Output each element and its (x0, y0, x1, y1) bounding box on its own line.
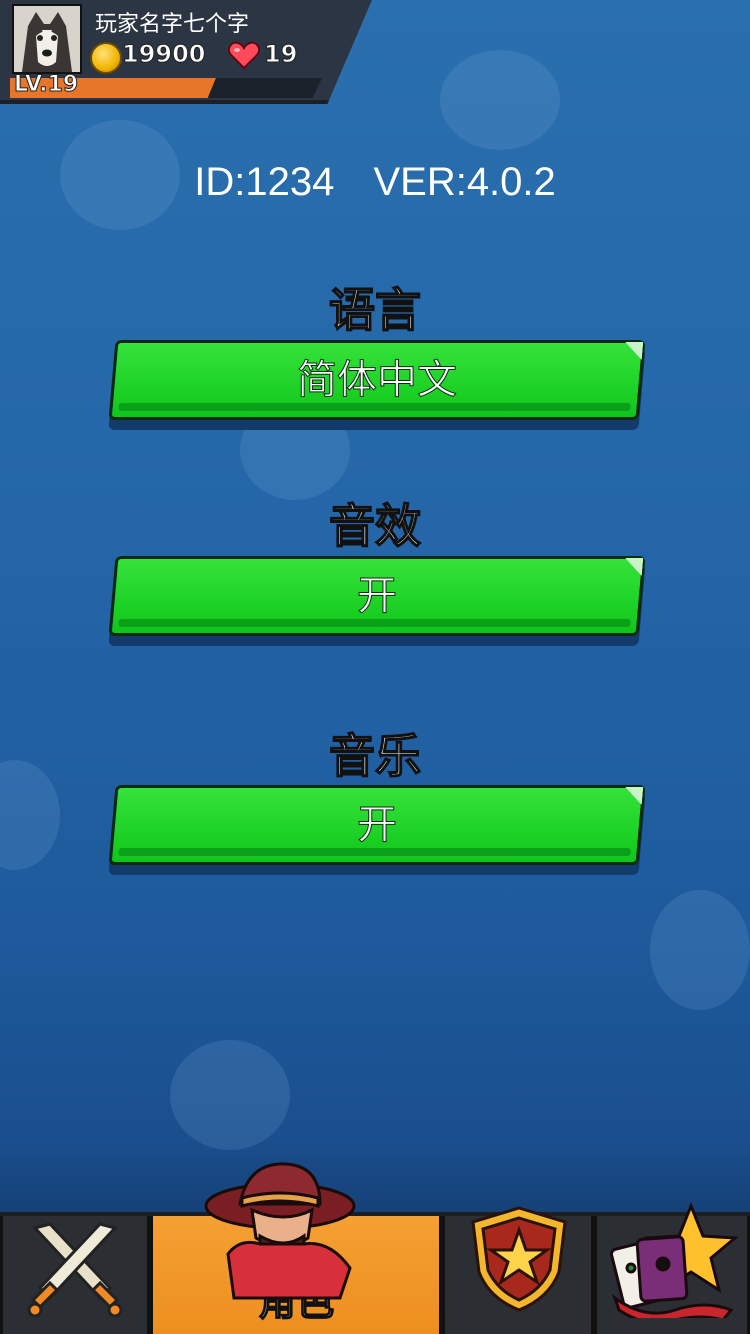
sound-button-label: 开 (357, 573, 398, 620)
music-button-label: 开 (357, 802, 398, 849)
character-icon (204, 1162, 356, 1300)
player-header: 玩家名字七个字 19900 19 LV.19 (0, 0, 380, 104)
star-shield-icon (471, 1206, 567, 1312)
tab-ranking[interactable] (442, 1206, 594, 1334)
sound-title: 音效 (328, 498, 422, 554)
game-version: VER:4.0.2 (373, 160, 556, 204)
avatar[interactable] (12, 4, 82, 74)
background-decoration (440, 50, 560, 150)
player-id: ID:1234 (194, 160, 335, 204)
sound-toggle-button[interactable]: 开 (108, 556, 646, 646)
id-version-info: ID:1234 VER:4.0.2 (0, 160, 750, 205)
coins-value: 19900 (122, 40, 206, 69)
coin-icon (90, 42, 122, 74)
lives-value: 19 (263, 40, 298, 69)
language-button-label: 简体中文 (297, 357, 458, 404)
heart-icon (228, 41, 260, 70)
tab-battle[interactable] (0, 1216, 150, 1334)
dog-avatar-icon (14, 6, 80, 72)
background-decoration (170, 1040, 290, 1150)
cards-star-icon (609, 1202, 739, 1318)
background-decoration (650, 890, 750, 1010)
language-button[interactable]: 简体中文 (108, 340, 646, 430)
level-label: LV.19 (13, 72, 79, 98)
crossed-swords-icon (27, 1222, 123, 1318)
tab-cards[interactable] (594, 1202, 750, 1334)
music-title: 音乐 (328, 728, 422, 784)
player-name: 玩家名字七个字 (95, 12, 250, 37)
language-title: 语言 (328, 282, 422, 338)
music-toggle-button[interactable]: 开 (108, 785, 646, 875)
